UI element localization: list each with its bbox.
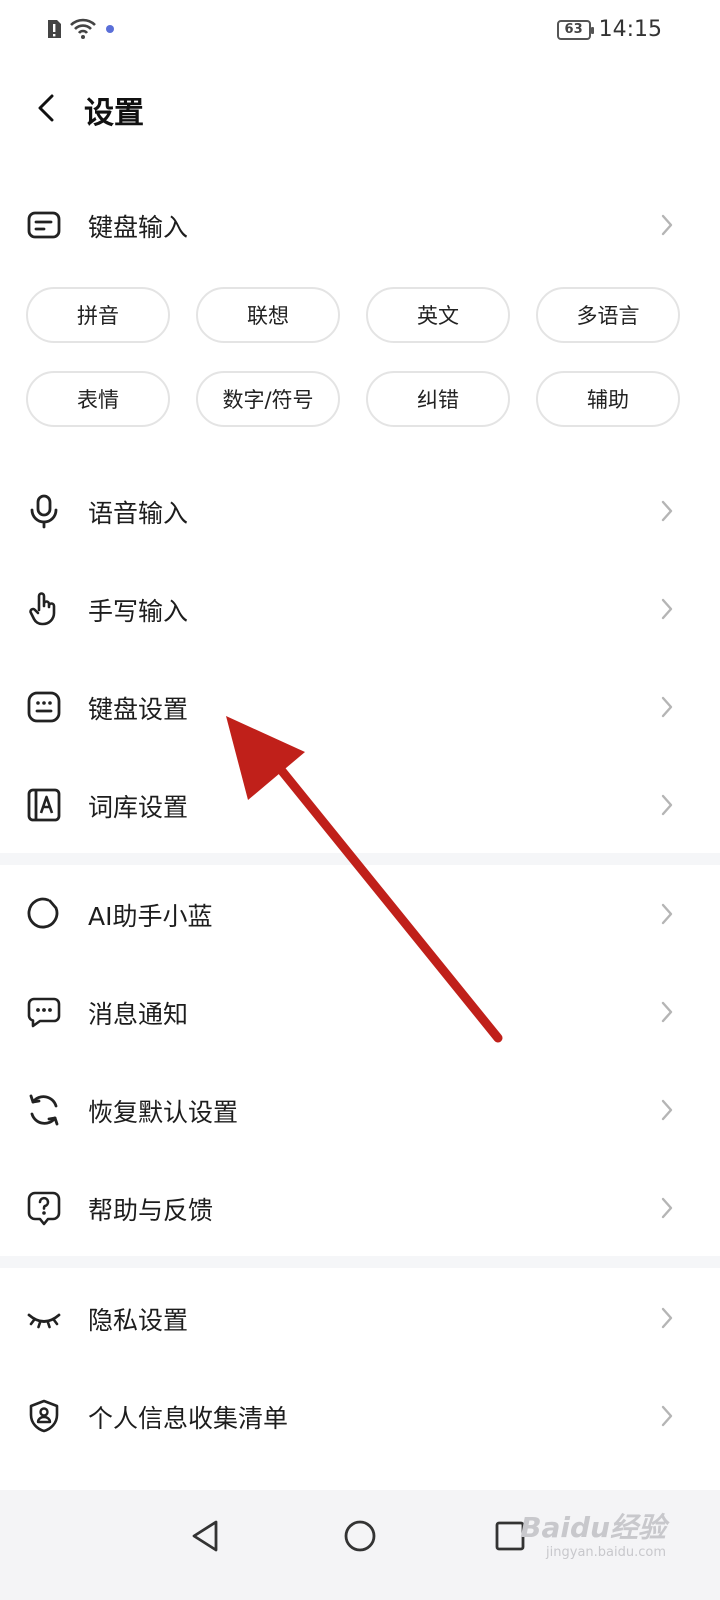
baidu-watermark-url: jingyan.baidu.com [546, 1545, 666, 1560]
chip-english[interactable]: 英文 [366, 287, 510, 343]
settings-item-handwriting-input[interactable]: 手写输入 [0, 564, 720, 654]
settings-item-keyboard-input[interactable]: 键盘输入 [0, 180, 720, 270]
chevron-right-icon [661, 696, 673, 718]
chevron-right-icon [661, 1197, 673, 1219]
settings-item-label: 个人信息收集清单 [88, 1404, 289, 1433]
nav-back-button[interactable] [182, 1512, 230, 1560]
settings-item-label: 手写输入 [88, 597, 189, 626]
nav-home-button[interactable] [336, 1512, 384, 1560]
keyboard-icon [27, 691, 61, 723]
status-time: 14:15 [598, 17, 662, 42]
settings-item-privacy[interactable]: 隐私设置 [0, 1273, 720, 1363]
settings-item-help-feedback[interactable]: 帮助与反馈 [0, 1163, 720, 1253]
triangle-back-icon [192, 1520, 218, 1552]
chevron-right-icon [661, 500, 673, 522]
chevron-right-icon [661, 794, 673, 816]
settings-item-restore-defaults[interactable]: 恢复默认设置 [0, 1065, 720, 1155]
eye-closed-icon [27, 1313, 61, 1329]
chevron-left-icon [38, 94, 54, 122]
settings-item-label: AI助手小蓝 [88, 902, 213, 931]
chevron-right-icon [661, 1405, 673, 1427]
settings-item-label: 键盘输入 [88, 213, 189, 242]
chevron-right-icon [661, 1099, 673, 1121]
chevron-right-icon [661, 598, 673, 620]
battery-icon: 63 [556, 19, 594, 40]
wifi-icon [70, 18, 96, 39]
chip-pinyin[interactable]: 拼音 [26, 287, 170, 343]
circle-home-icon [344, 1520, 376, 1552]
chip-association[interactable]: 联想 [196, 287, 340, 343]
hand-pointer-icon [29, 592, 56, 626]
status-bar: 63 14:15 [0, 0, 720, 62]
microphone-icon [30, 494, 58, 529]
chip-numbers-symbols[interactable]: 数字/符号 [196, 371, 340, 427]
settings-item-message-notification[interactable]: 消息通知 [0, 967, 720, 1057]
ai-ring-icon [27, 897, 59, 929]
settings-item-personal-info-list[interactable]: 个人信息收集清单 [0, 1371, 720, 1461]
notification-dot-icon [106, 25, 114, 33]
settings-item-label: 恢复默认设置 [88, 1098, 239, 1127]
settings-item-ai-assistant[interactable]: AI助手小蓝 [0, 869, 720, 959]
page-title: 设置 [84, 96, 144, 131]
status-icons-left [46, 18, 116, 40]
chip-assist[interactable]: 辅助 [536, 371, 680, 427]
settings-item-label: 词库设置 [88, 793, 189, 822]
settings-item-label: 键盘设置 [88, 695, 189, 724]
chevron-right-icon [661, 214, 673, 236]
chip-emoji[interactable]: 表情 [26, 371, 170, 427]
settings-item-dictionary-settings[interactable]: 词库设置 [0, 760, 720, 850]
settings-item-label: 帮助与反馈 [88, 1196, 214, 1225]
sim-alert-icon [48, 20, 61, 38]
chevron-right-icon [661, 1307, 673, 1329]
header: 设置 [0, 78, 720, 138]
settings-item-label: 隐私设置 [88, 1306, 189, 1335]
section-divider [0, 853, 720, 865]
help-icon [27, 1191, 61, 1226]
shield-user-icon [29, 1399, 59, 1433]
chip-multilanguage[interactable]: 多语言 [536, 287, 680, 343]
chevron-right-icon [661, 1001, 673, 1023]
refresh-icon [29, 1094, 59, 1126]
section-divider [0, 1256, 720, 1268]
settings-item-keyboard-settings[interactable]: 键盘设置 [0, 662, 720, 752]
keyboard-input-icon [27, 211, 61, 239]
settings-item-label: 语音输入 [88, 499, 189, 528]
back-button[interactable] [28, 90, 64, 126]
settings-item-voice-input[interactable]: 语音输入 [0, 466, 720, 556]
baidu-watermark: Baidu经验 [520, 1511, 666, 1544]
chevron-right-icon [661, 903, 673, 925]
message-icon [27, 997, 61, 1028]
status-icons-right: 63 14:15 [556, 17, 662, 42]
chip-correction[interactable]: 纠错 [366, 371, 510, 427]
dictionary-icon [27, 788, 61, 822]
settings-item-label: 消息通知 [88, 1000, 189, 1029]
